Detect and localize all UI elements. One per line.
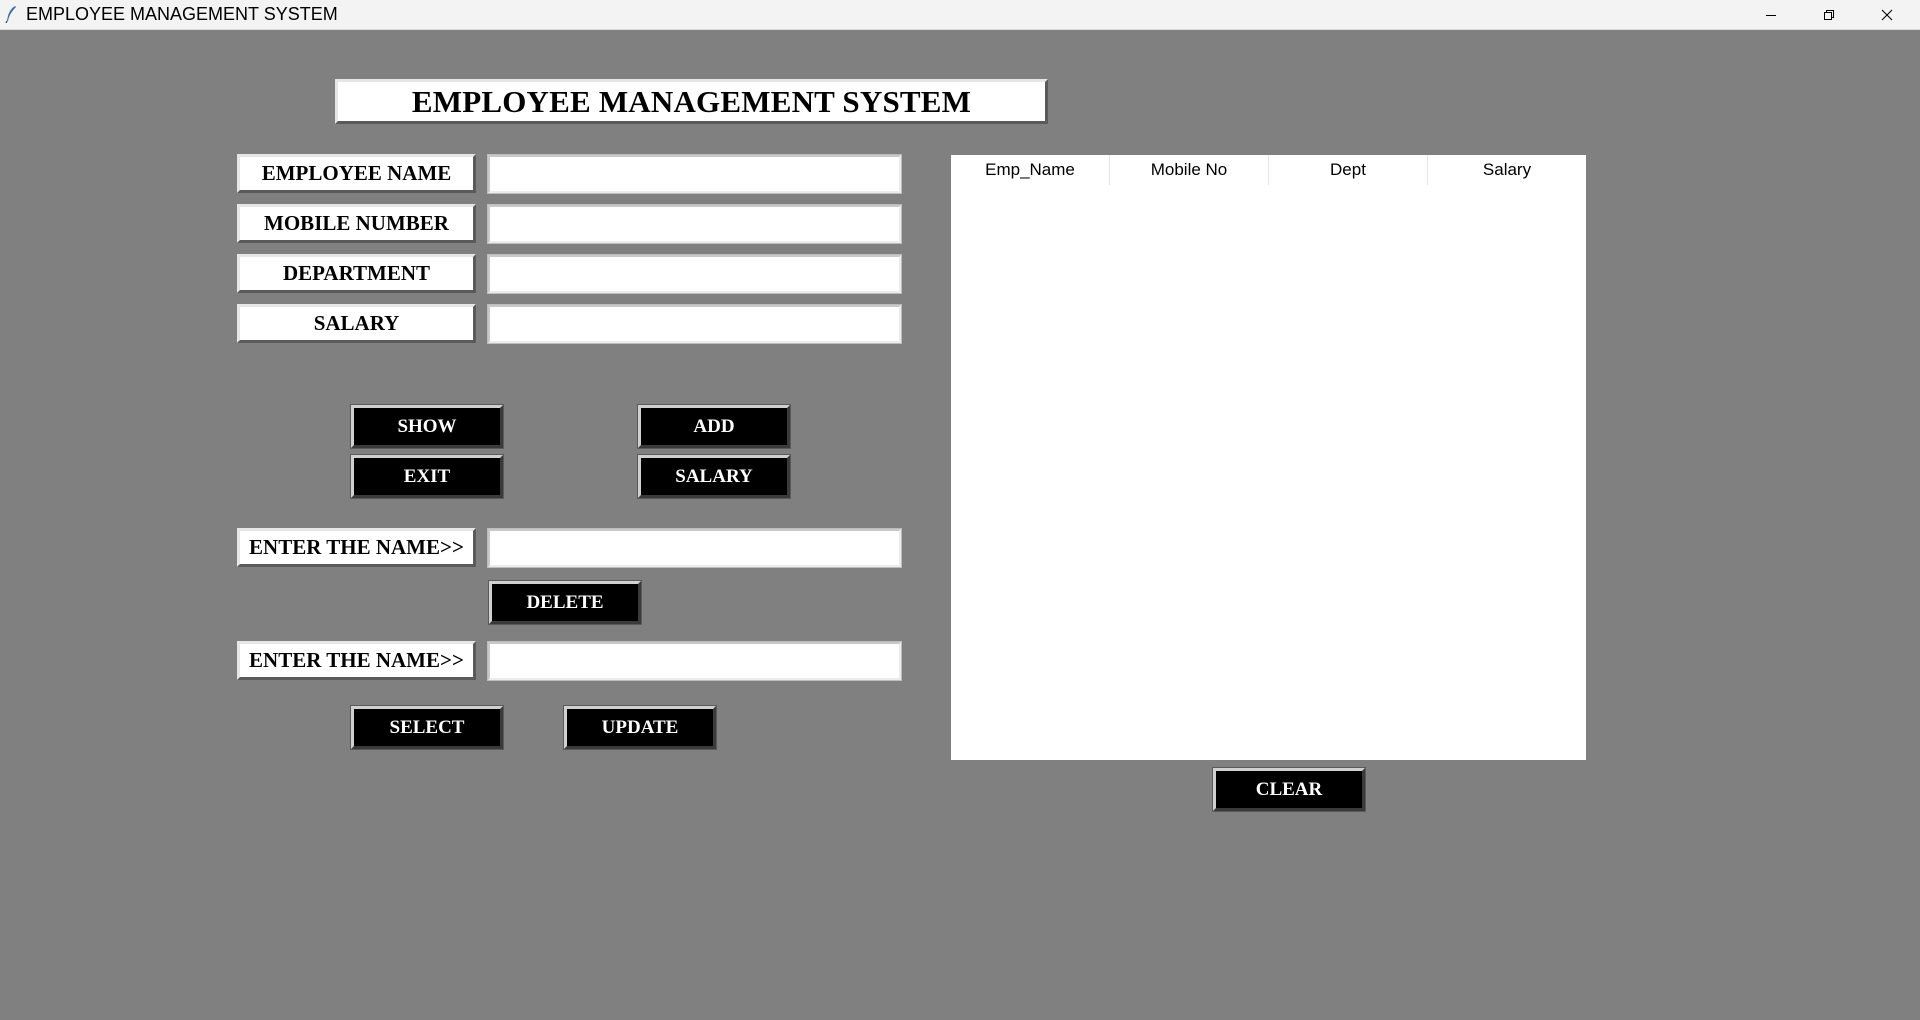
show-button[interactable]: SHOW bbox=[351, 405, 503, 448]
update-button[interactable]: UPDATE bbox=[564, 706, 716, 749]
page-title: EMPLOYEE MANAGEMENT SYSTEM bbox=[335, 79, 1048, 124]
add-button[interactable]: ADD bbox=[638, 405, 790, 448]
column-header-emp-name[interactable]: Emp_Name bbox=[951, 155, 1110, 185]
column-header-mobile-no[interactable]: Mobile No bbox=[1110, 155, 1269, 185]
mobile-number-label: MOBILE NUMBER bbox=[237, 204, 476, 243]
mobile-number-input[interactable] bbox=[487, 204, 902, 244]
window-titlebar: EMPLOYEE MANAGEMENT SYSTEM bbox=[0, 0, 1920, 30]
salary-button[interactable]: SALARY bbox=[638, 455, 790, 498]
minimize-button[interactable] bbox=[1742, 0, 1800, 29]
minimize-icon bbox=[1766, 14, 1776, 16]
update-name-input[interactable] bbox=[487, 641, 902, 681]
window-title: EMPLOYEE MANAGEMENT SYSTEM bbox=[26, 4, 338, 24]
employee-name-input[interactable] bbox=[487, 154, 902, 194]
salary-label: SALARY bbox=[237, 304, 476, 343]
feather-icon bbox=[5, 6, 16, 23]
clear-button[interactable]: CLEAR bbox=[1213, 768, 1365, 811]
column-header-dept[interactable]: Dept bbox=[1269, 155, 1428, 185]
delete-button[interactable]: DELETE bbox=[489, 581, 641, 624]
exit-button[interactable]: EXIT bbox=[351, 455, 503, 498]
update-name-label: ENTER THE NAME>> bbox=[237, 641, 476, 680]
restore-icon bbox=[1824, 9, 1834, 20]
column-header-salary[interactable]: Salary bbox=[1428, 155, 1586, 185]
employee-name-label: EMPLOYEE NAME bbox=[237, 154, 476, 193]
select-button[interactable]: SELECT bbox=[351, 706, 503, 749]
salary-input[interactable] bbox=[487, 304, 902, 344]
delete-name-label: ENTER THE NAME>> bbox=[237, 528, 476, 567]
close-icon bbox=[1881, 9, 1893, 20]
delete-name-input[interactable] bbox=[487, 528, 902, 568]
department-input[interactable] bbox=[487, 254, 902, 294]
department-label: DEPARTMENT bbox=[237, 254, 476, 293]
table-header: Emp_Name Mobile No Dept Salary bbox=[951, 155, 1586, 185]
close-button[interactable] bbox=[1858, 0, 1916, 29]
restore-button[interactable] bbox=[1800, 0, 1858, 29]
employee-table[interactable]: Emp_Name Mobile No Dept Salary bbox=[951, 155, 1586, 760]
